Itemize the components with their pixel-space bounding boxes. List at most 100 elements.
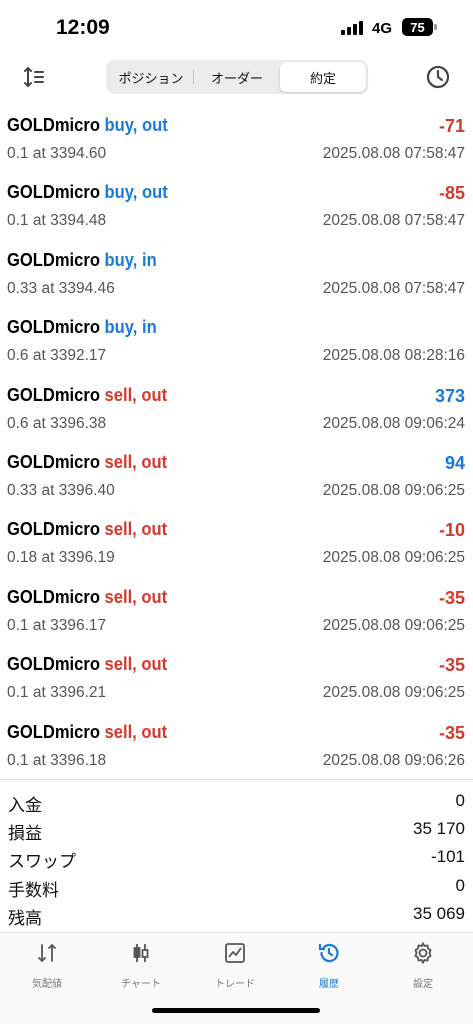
deal-action: sell, out [104, 586, 168, 607]
deal-symbol: GOLDmicro sell, out [7, 654, 167, 675]
tab-positions[interactable]: ポジション [108, 62, 194, 92]
tab-quotes[interactable]: 気配値 [0, 941, 94, 990]
tab-quotes-label: 気配値 [32, 979, 62, 990]
deal-volume: 0.1 at 3396.18 [7, 751, 107, 769]
deal-row[interactable]: GOLDmicro sell, out 94 0.33 at 3396.40 2025… [0, 444, 473, 511]
deal-time: 2025.08.08 09:06:26 [322, 751, 465, 769]
deal-volume: 0.6 at 3396.38 [7, 414, 107, 432]
deal-time: 2025.08.08 09:06:25 [322, 684, 465, 702]
deal-action: buy, in [104, 249, 157, 270]
status-time: 12:09 [56, 16, 110, 39]
trade-icon [225, 943, 245, 963]
deal-symbol: GOLDmicro buy, out [7, 115, 168, 136]
deal-profit: 373 [434, 385, 465, 406]
deal-row[interactable]: GOLDmicro sell, out -35 0.1 at 3396.18 2025… [0, 714, 473, 781]
deal-volume: 0.33 at 3396.40 [7, 481, 115, 499]
history-icon [318, 943, 339, 963]
symbol-name: GOLDmicro [7, 586, 100, 607]
deal-profit: -10 [438, 520, 465, 541]
summary-label: 入金 [8, 796, 42, 815]
battery-nub [434, 24, 437, 30]
deal-time: 2025.08.08 07:58:47 [322, 212, 465, 230]
deal-action: sell, out [104, 654, 168, 675]
deal-volume: 0.1 at 3396.17 [7, 616, 107, 634]
deal-list: GOLDmicro buy, out -71 0.1 at 3394.60 2025.… [0, 107, 473, 781]
tab-settings-label: 設定 [413, 979, 433, 990]
deal-profit: 94 [444, 452, 465, 473]
symbol-name: GOLDmicro [7, 519, 100, 540]
deal-symbol: GOLDmicro sell, out [7, 587, 167, 608]
symbol-name: GOLDmicro [7, 115, 100, 135]
tab-chart[interactable]: チャート [94, 941, 188, 990]
tab-trade[interactable]: トレード [188, 941, 282, 990]
deal-profit: -85 [438, 183, 465, 204]
summary-row: スワップ -101 [0, 844, 473, 872]
deal-row[interactable]: GOLDmicro sell, out -35 0.1 at 3396.17 2025… [0, 579, 473, 646]
symbol-name: GOLDmicro [7, 384, 100, 405]
deal-symbol: GOLDmicro buy, in [7, 317, 157, 338]
symbol-name: GOLDmicro [7, 451, 100, 472]
deal-symbol: GOLDmicro sell, out [7, 519, 167, 540]
tab-trade-label: トレード [215, 979, 255, 990]
symbol-name: GOLDmicro [7, 317, 100, 338]
tab-chart-label: チャート [121, 979, 161, 990]
deal-symbol: GOLDmicro buy, in [7, 250, 157, 271]
deal-action: sell, out [104, 384, 168, 405]
summary-label: 損益 [8, 824, 42, 844]
sort-icon[interactable] [22, 64, 48, 90]
quotes-icon [38, 943, 56, 963]
tab-orders[interactable]: オーダー [194, 62, 280, 92]
top-toolbar: ポジション オーダー 約定 [0, 56, 473, 98]
deal-row[interactable]: GOLDmicro buy, in 0.6 at 3392.17 2025.08.0… [0, 309, 473, 376]
summary-label: スワップ [8, 852, 76, 872]
deal-volume: 0.18 at 3396.19 [7, 549, 115, 567]
home-indicator [152, 1008, 320, 1013]
deal-action: sell, out [104, 519, 168, 540]
deal-action: sell, out [104, 451, 168, 472]
deal-segmented-control: ポジション オーダー 約定 [106, 60, 368, 94]
symbol-name: GOLDmicro [7, 182, 100, 203]
tab-history-label: 履歴 [319, 979, 339, 990]
deal-volume: 0.1 at 3394.60 [7, 145, 107, 162]
deal-symbol: GOLDmicro buy, out [7, 182, 168, 203]
tab-history[interactable]: 履歴 [282, 941, 376, 990]
deal-row[interactable]: GOLDmicro sell, out -35 0.1 at 3396.21 2025… [0, 646, 473, 713]
deal-row[interactable]: GOLDmicro buy, out -85 0.1 at 3394.48 2025.… [0, 174, 473, 241]
battery-level: 75 [410, 19, 425, 35]
deal-symbol: GOLDmicro sell, out [7, 722, 167, 743]
deal-row[interactable]: GOLDmicro buy, in 0.33 at 3394.46 2025.08.… [0, 242, 473, 309]
deal-action: sell, out [104, 721, 168, 742]
chart-icon [133, 944, 149, 962]
deal-time: 2025.08.08 09:06:25 [322, 549, 465, 567]
deal-profit: -35 [438, 722, 465, 743]
deal-time: 2025.08.08 08:28:16 [322, 347, 465, 365]
deal-time: 2025.08.08 09:06:24 [322, 414, 465, 432]
clock-icon[interactable] [425, 64, 451, 90]
signal-icon [341, 21, 365, 35]
summary-row: 残高 35 069 [0, 901, 473, 929]
summary-value: 35 170 [413, 819, 465, 839]
deal-symbol: GOLDmicro sell, out [7, 385, 167, 406]
deal-profit: -35 [438, 655, 465, 676]
deal-volume: 0.1 at 3396.21 [7, 684, 107, 702]
deal-profit: -71 [438, 116, 465, 136]
deal-row[interactable]: GOLDmicro sell, out -10 0.18 at 3396.19 202… [0, 511, 473, 578]
deal-row[interactable]: GOLDmicro buy, out -71 0.1 at 3394.60 2025.… [0, 107, 473, 174]
summary-label: 残高 [8, 908, 42, 928]
settings-icon [414, 941, 432, 965]
deal-action: buy, out [104, 115, 168, 135]
deal-time: 2025.08.08 07:58:47 [322, 279, 465, 297]
deal-time: 2025.08.08 09:06:25 [322, 481, 465, 499]
deal-profit: -35 [438, 587, 465, 608]
summary-row: 損益 35 170 [0, 816, 473, 844]
tab-settings[interactable]: 設定 [376, 941, 470, 990]
summary-value: 35 069 [413, 903, 465, 923]
deal-volume: 0.1 at 3394.48 [7, 212, 107, 230]
deal-time: 2025.08.08 07:58:47 [322, 145, 465, 162]
status-bar: 12:09 4G 75 [0, 0, 473, 56]
deal-volume: 0.6 at 3392.17 [7, 347, 107, 365]
deal-symbol: GOLDmicro sell, out [7, 452, 167, 473]
battery-icon: 75 [402, 18, 433, 36]
tab-deals[interactable]: 約定 [280, 62, 366, 92]
deal-row[interactable]: GOLDmicro sell, out 373 0.6 at 3396.38 2025… [0, 377, 473, 444]
